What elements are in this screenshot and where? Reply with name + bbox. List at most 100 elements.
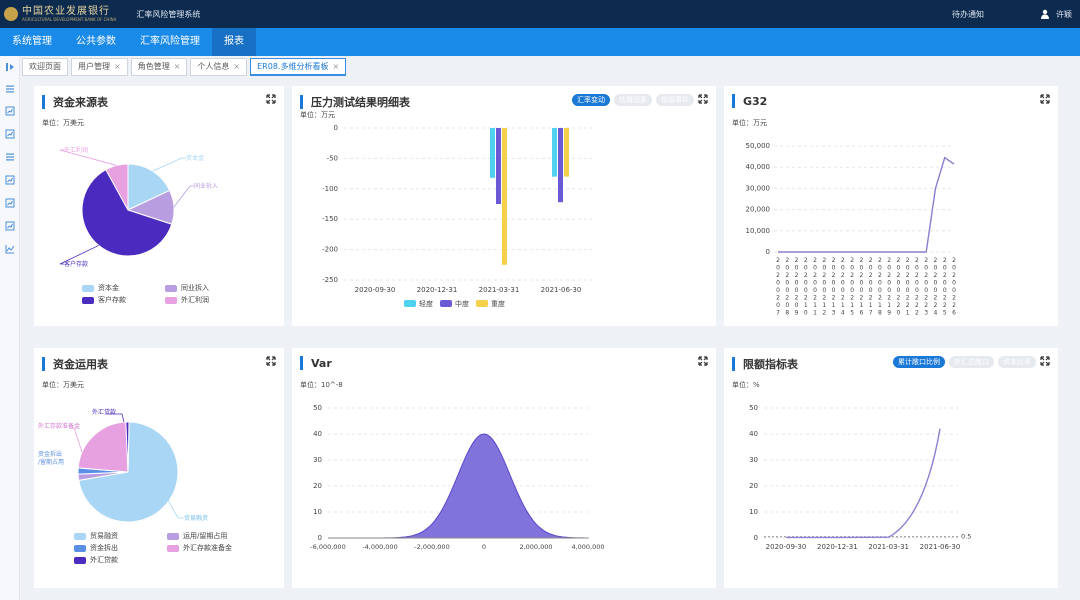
username[interactable]: 许颖 <box>1056 9 1072 20</box>
nav-system-admin[interactable]: 系统管理 <box>0 28 64 56</box>
report-icon[interactable] <box>5 106 15 116</box>
slice-label: /留期占用 <box>38 458 64 466</box>
panel-funding-sources: 资金来源表 单位：万美元 资本金 同业拆入 客户存款 外汇利润 资本金 同业拆入 客户存款… <box>34 86 284 326</box>
legend-swatch <box>167 532 179 540</box>
tick-label: -6,000,000 <box>310 543 345 551</box>
legend-item[interactable]: 外汇存款准备金 <box>167 542 254 554</box>
g32-line-chart: 010,00020,00030,00040,00050,000202002072… <box>746 142 957 317</box>
tick-label: 0 <box>804 310 808 317</box>
tick-label: -2,000,000 <box>414 543 449 551</box>
nav-fx-risk[interactable]: 汇率风险管理 <box>128 28 212 56</box>
legend-item[interactable]: 外汇利润 <box>165 294 242 306</box>
tick-label: 0 <box>897 287 901 294</box>
tick-label: 2 <box>785 272 789 279</box>
tick-label: 2021-06-30 <box>541 286 582 294</box>
tick-label: 2 <box>822 257 826 264</box>
tab-personal-info[interactable]: 个人信息 × <box>190 58 248 76</box>
close-icon[interactable]: × <box>233 59 240 75</box>
legend-item[interactable]: 外汇贷款 <box>74 554 161 566</box>
legend-swatch <box>404 300 416 307</box>
tick-label: 0 <box>915 280 919 287</box>
legend-item[interactable]: 客户存款 <box>82 294 159 306</box>
report-icon[interactable] <box>5 129 15 139</box>
tick-label: 0 <box>822 287 826 294</box>
legend-label: 贸易融资 <box>90 532 118 540</box>
tick-label: 6 <box>952 310 956 317</box>
tick-label: 4 <box>934 310 938 317</box>
list-icon[interactable] <box>5 152 15 162</box>
list-icon[interactable] <box>5 84 15 94</box>
tick-label: 0 <box>887 287 891 294</box>
pie-slice <box>77 421 129 473</box>
leader-line <box>70 427 83 453</box>
tick-label: 2 <box>850 272 854 279</box>
tab-user-management[interactable]: 用户管理 × <box>71 58 128 76</box>
tab-er08-dashboard[interactable]: ER08.多维分析看板 × <box>250 58 347 76</box>
tick-label: 3 <box>924 310 928 317</box>
legend-label: 重度 <box>491 299 505 308</box>
tick-label: 0 <box>804 265 808 272</box>
tick-label: 2 <box>813 257 817 264</box>
user-icon[interactable] <box>1040 9 1050 19</box>
tick-label: 2 <box>878 272 882 279</box>
tick-label: 2 <box>906 272 910 279</box>
legend-item[interactable]: 同业拆入 <box>165 282 242 294</box>
tick-label: 0 <box>832 265 836 272</box>
tick-label: 0 <box>776 280 780 287</box>
tick-label: 0 <box>754 534 758 542</box>
tick-label: 40 <box>313 430 322 438</box>
leader-line <box>167 499 184 519</box>
legend-item[interactable]: 运用/留期占用 <box>167 530 254 542</box>
main-nav: 系统管理 公共参数 汇率风险管理 报表 <box>0 28 1080 56</box>
tick-label: 2 <box>795 257 799 264</box>
close-icon[interactable]: × <box>114 59 121 75</box>
bar <box>558 128 563 203</box>
tick-label: 0 <box>804 287 808 294</box>
legend-label: 同业拆入 <box>181 284 209 292</box>
close-icon[interactable]: × <box>332 59 339 75</box>
tick-label: 1 <box>813 310 817 317</box>
tick-label: 2 <box>924 302 928 309</box>
bank-name-en: AGRICULTURAL DEVELOPMENT BANK OF CHINA <box>22 16 117 22</box>
tick-label: 0 <box>859 265 863 272</box>
tick-label: 2 <box>859 295 863 302</box>
tick-label: 0 <box>887 265 891 272</box>
report-icon[interactable] <box>5 221 15 231</box>
tick-label: 4 <box>841 310 845 317</box>
close-icon[interactable]: × <box>174 59 181 75</box>
tick-label: 0 <box>804 280 808 287</box>
tick-label: 0 <box>776 265 780 272</box>
tick-label: 2 <box>878 257 882 264</box>
tick-label: 10 <box>749 508 758 516</box>
legend-swatch <box>74 532 86 540</box>
tick-label: 5 <box>850 310 854 317</box>
tick-label: 0 <box>859 280 863 287</box>
nav-public-params[interactable]: 公共参数 <box>64 28 128 56</box>
tick-label: 0 <box>334 124 338 132</box>
tick-label: 9 <box>795 310 799 317</box>
collapse-icon[interactable] <box>5 62 15 72</box>
tab-welcome[interactable]: 欢迎页面 <box>22 58 68 76</box>
usage-pie-chart: 外汇贷款外汇存款准备金资金拆出/留期占用贸易融资 <box>38 408 208 523</box>
line-chart-icon[interactable] <box>5 244 15 254</box>
legend-label: 外汇存款准备金 <box>183 544 232 552</box>
tick-label: 2 <box>915 272 919 279</box>
legend-item[interactable]: 资本金 <box>82 282 159 294</box>
legend-item[interactable]: 贸易融资 <box>74 530 161 542</box>
tick-label: 0 <box>897 265 901 272</box>
tab-role-management[interactable]: 角色管理 × <box>130 58 188 76</box>
notice-link[interactable]: 待办通知 <box>952 9 984 20</box>
tick-label: 0 <box>795 265 799 272</box>
nav-reports[interactable]: 报表 <box>212 28 256 56</box>
report-icon[interactable] <box>5 198 15 208</box>
panel-g32: G32 单位：万元 0 10,000 20,000 30,000 40,000 50,00… <box>724 86 1058 326</box>
tick-label: 0 <box>822 280 826 287</box>
legend-item[interactable]: 资金拆出 <box>74 542 161 554</box>
tick-label: 40,000 <box>746 163 771 171</box>
panel-stress-test: 压力测试结果明细表 单位：万元 汇率变动 估值因素 极端事件 0 -50 -100-… <box>292 86 716 326</box>
tick-label: 0 <box>952 287 956 294</box>
report-icon[interactable] <box>5 175 15 185</box>
tick-label: -50 <box>327 154 338 162</box>
legend-label: 资金拆出 <box>90 544 118 552</box>
tick-label: 2021-06-30 <box>920 543 961 551</box>
